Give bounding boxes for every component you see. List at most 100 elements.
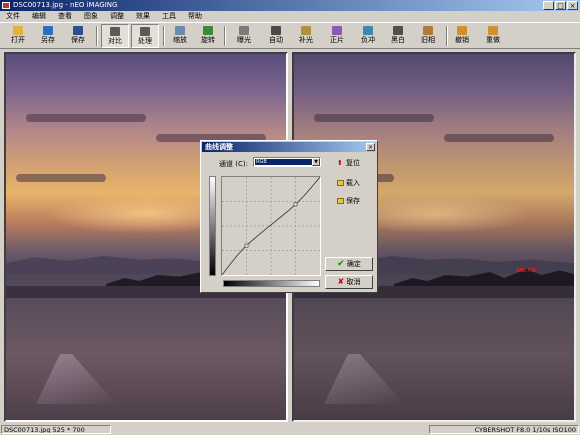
menu-bar: 文件 编辑 查看 图象 调整 效果 工具 帮助: [0, 11, 580, 22]
old-photo-button[interactable]: 旧相: [414, 24, 442, 48]
save-button[interactable]: 保存: [64, 24, 92, 48]
curve-grid: [222, 177, 320, 275]
cancel-label: 取消: [346, 278, 361, 286]
boat-wake: [36, 354, 116, 404]
close-icon[interactable]: ×: [567, 1, 578, 10]
exposure-button[interactable]: 曝光: [230, 24, 258, 48]
menu-edit[interactable]: 编辑: [26, 11, 52, 22]
zoom-icon: [175, 26, 185, 35]
load-label: 载入: [346, 179, 360, 187]
dialog-title: 曲线调整: [205, 143, 233, 151]
reset-link[interactable]: ⬆ 复位: [337, 158, 360, 168]
auto-button[interactable]: 自动: [262, 24, 290, 48]
dialog-title-bar: 曲线调整 ×: [202, 142, 376, 152]
dialog-save-label: 保存: [346, 197, 360, 205]
old-photo-icon: [423, 26, 433, 35]
rotate-icon: [203, 26, 213, 35]
old-photo-label: 旧相: [421, 36, 435, 44]
fill-light-button[interactable]: 补光: [292, 24, 320, 48]
fill-light-label: 补光: [299, 36, 313, 44]
cross-process-icon: [363, 26, 373, 35]
menu-image[interactable]: 图象: [78, 11, 104, 22]
ok-label: 确定: [346, 260, 361, 268]
status-camera-info: CYBERSHOT F8.0 1/10s ISO100: [429, 425, 579, 434]
curve-control-point[interactable]: [293, 202, 298, 207]
open-button[interactable]: 打开: [4, 24, 32, 48]
positive-film-label: 正片: [330, 36, 344, 44]
positive-film-button[interactable]: 正片: [323, 24, 351, 48]
curve-control-point[interactable]: [244, 243, 249, 248]
channel-value: RGB: [255, 159, 313, 165]
compare-label: 对比: [108, 37, 122, 45]
status-bar: DSC00713.jpg 525 * 700 CYBERSHOT F8.0 1/…: [0, 424, 580, 435]
auto-label: 自动: [269, 36, 283, 44]
exposure-label: 曝光: [237, 36, 251, 44]
zoom-button[interactable]: 缩放: [166, 24, 194, 48]
ok-button[interactable]: ✔ 确定: [325, 257, 373, 271]
cross-process-button[interactable]: 负冲: [354, 24, 382, 48]
zoom-label: 缩放: [173, 36, 187, 44]
close-icon[interactable]: ×: [366, 143, 375, 151]
redo-button[interactable]: 重做: [479, 24, 507, 48]
menu-effects[interactable]: 效果: [130, 11, 156, 22]
process-icon: [140, 27, 150, 36]
cancel-button[interactable]: ✘ 取消: [325, 275, 373, 289]
save-link[interactable]: 保存: [337, 196, 360, 206]
menu-view[interactable]: 查看: [52, 11, 78, 22]
black-white-label: 黑白: [391, 36, 405, 44]
undo-button[interactable]: 撤销: [448, 24, 476, 48]
app-icon: [2, 2, 10, 9]
output-gradient: [209, 176, 216, 276]
window-controls: _ □ ×: [543, 1, 578, 10]
chevron-down-icon[interactable]: ▼: [312, 158, 320, 166]
load-link[interactable]: 载入: [337, 178, 360, 188]
save-as-icon: [43, 26, 53, 35]
save-as-label: 另存: [41, 36, 55, 44]
redo-label: 重做: [486, 36, 500, 44]
reset-arrow-icon: ⬆: [337, 159, 343, 167]
menu-help[interactable]: 帮助: [182, 11, 208, 22]
toolbar-separator: [224, 26, 226, 46]
minimize-icon[interactable]: _: [543, 1, 554, 10]
maximize-icon[interactable]: □: [555, 1, 566, 10]
toolbar-separator: [163, 26, 165, 46]
reset-label: 复位: [346, 159, 360, 167]
save-as-button[interactable]: 另存: [34, 24, 62, 48]
save-folder-icon: [337, 198, 344, 204]
boat-wake: [324, 354, 404, 404]
channel-label: 通道 (C):: [219, 160, 248, 168]
rotate-label: 旋转: [201, 36, 215, 44]
cloud: [16, 174, 106, 182]
curve-editor[interactable]: [221, 176, 321, 276]
save-label: 保存: [71, 36, 85, 44]
curve-graph[interactable]: [221, 176, 321, 276]
black-white-button[interactable]: 黑白: [384, 24, 412, 48]
cloud: [314, 114, 434, 122]
cloud: [444, 134, 554, 142]
process-button[interactable]: 处理: [131, 24, 159, 48]
auto-icon: [271, 26, 281, 35]
input-gradient: [223, 280, 320, 287]
channel-select[interactable]: RGB ▼: [253, 157, 321, 167]
rotate-button[interactable]: 旋转: [194, 24, 222, 48]
menu-adjust[interactable]: 调整: [104, 11, 130, 22]
window-title: DSC00713.jpg - nEO iMAGING: [13, 1, 118, 9]
title-bar: DSC00713.jpg - nEO iMAGING _ □ ×: [0, 0, 580, 11]
cross-process-label: 负冲: [361, 36, 375, 44]
cross-icon: ✘: [337, 277, 345, 286]
cloud: [26, 114, 146, 122]
open-folder-icon: [13, 26, 23, 35]
positive-film-icon: [332, 26, 342, 35]
open-folder-icon: [337, 180, 344, 186]
compare-button[interactable]: 对比: [101, 24, 129, 48]
process-label: 处理: [138, 37, 152, 45]
open-label: 打开: [11, 36, 25, 44]
save-disk-icon: [73, 26, 83, 35]
undo-icon: [457, 26, 467, 35]
exposure-icon: [239, 26, 249, 35]
menu-file[interactable]: 文件: [0, 11, 26, 22]
toolbar-separator: [96, 26, 98, 46]
menu-tools[interactable]: 工具: [156, 11, 182, 22]
status-file-info: DSC00713.jpg 525 * 700: [1, 425, 111, 434]
black-white-icon: [393, 26, 403, 35]
